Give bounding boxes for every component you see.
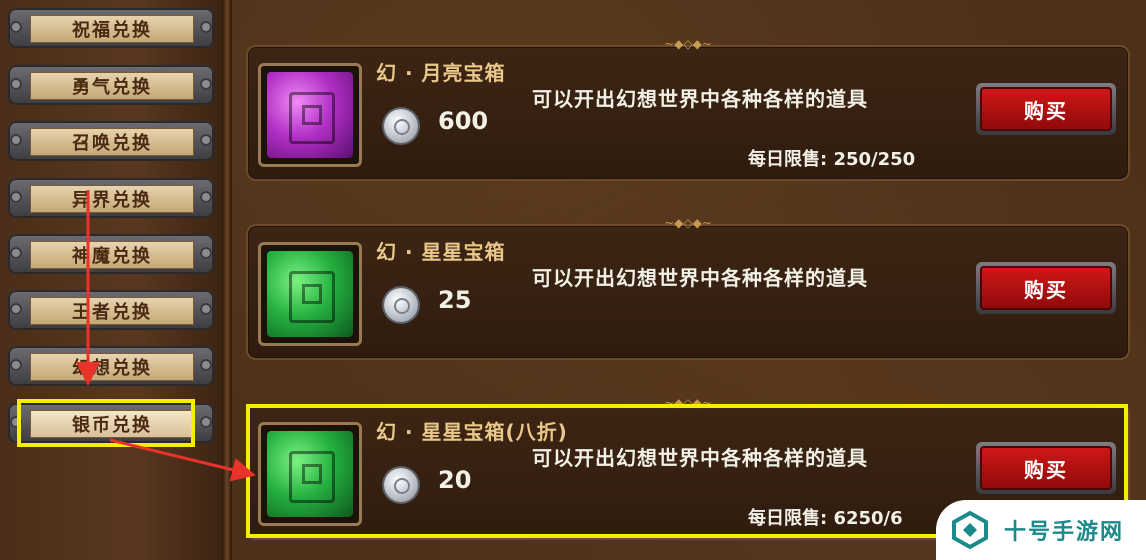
tab-label: 勇气兑换 <box>30 72 194 100</box>
buy-button[interactable]: 购买 <box>976 262 1116 314</box>
highlight-silver-tab <box>17 399 195 447</box>
tab-label: 召唤兑换 <box>30 128 194 156</box>
item-icon-frame <box>258 242 362 346</box>
tab-king-exchange[interactable]: 王者兑换 <box>8 290 214 330</box>
shop-item-card: ~◆◇◆~ 幻 · 星星宝箱 25 可以开出幻想世界中各种各样的道具 购买 <box>246 217 1130 360</box>
tab-label: 异界兑换 <box>30 185 194 213</box>
watermark-text: 十号手游网 <box>1004 520 1125 545</box>
sidebar-divider <box>222 0 232 560</box>
purple-chest-icon <box>267 72 353 158</box>
silver-coin-icon <box>384 109 418 143</box>
daily-limit: 每日限售: 250/250 <box>748 149 916 170</box>
tab-blessing-exchange[interactable]: 祝福兑换 <box>8 8 214 48</box>
ornament-icon: ~◆◇◆~ <box>664 216 712 230</box>
buy-button-label: 购买 <box>980 87 1112 131</box>
buy-button-label: 购买 <box>980 266 1112 310</box>
tab-label: 王者兑换 <box>30 297 194 325</box>
tab-label: 幻想兑换 <box>30 353 194 381</box>
tab-summon-exchange[interactable]: 召唤兑换 <box>8 121 214 161</box>
shop-item-card: ~◆◇◆~ 幻 · 月亮宝箱 600 可以开出幻想世界中各种各样的道具 每日限售… <box>246 38 1130 181</box>
item-icon-frame <box>258 63 362 167</box>
tab-divine-exchange[interactable]: 神魔兑换 <box>8 234 214 274</box>
tab-otherworld-exchange[interactable]: 异界兑换 <box>8 178 214 218</box>
item-price: 25 <box>438 286 472 314</box>
tab-label: 祝福兑换 <box>30 15 194 43</box>
item-name: 幻 · 月亮宝箱 <box>376 61 506 85</box>
silver-coin-icon <box>384 288 418 322</box>
green-chest-icon <box>267 251 353 337</box>
tab-fantasy-exchange[interactable]: 幻想兑换 <box>8 346 214 386</box>
tab-courage-exchange[interactable]: 勇气兑换 <box>8 65 214 105</box>
item-description: 可以开出幻想世界中各种各样的道具 <box>532 87 868 111</box>
buy-button[interactable]: 购买 <box>976 83 1116 135</box>
ornament-icon: ~◆◇◆~ <box>664 37 712 51</box>
watermark-logo-icon <box>952 510 988 550</box>
item-name: 幻 · 星星宝箱 <box>376 240 506 264</box>
site-watermark: 十号手游网 <box>936 500 1146 560</box>
tab-label: 神魔兑换 <box>30 241 194 269</box>
item-price: 600 <box>438 107 489 135</box>
item-description: 可以开出幻想世界中各种各样的道具 <box>532 266 868 290</box>
